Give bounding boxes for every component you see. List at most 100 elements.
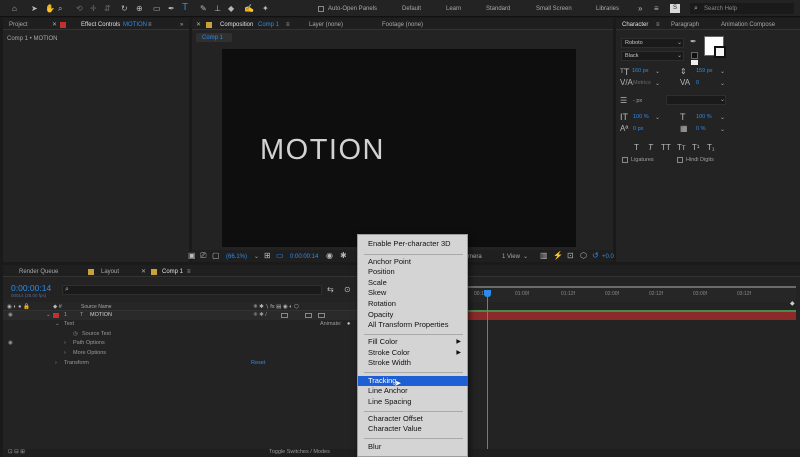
pan-tool-icon[interactable]: ✛ [90,4,97,14]
menu-blur[interactable]: Blur [358,442,468,452]
font-chevron-icon[interactable]: ⌄ [677,39,682,47]
layer-name[interactable]: MOTION [90,311,112,320]
layer-mode-box[interactable] [281,313,288,318]
hindi-digits-checkbox[interactable] [677,157,683,163]
reset-exposure-icon[interactable]: ↺ [592,251,599,261]
tab-layout[interactable]: Layout [101,268,119,276]
timeline-timecode[interactable]: 0:00:00:14 [11,283,51,293]
roto-brush-tool-icon[interactable]: ✍ [244,4,254,14]
work-area-bar[interactable] [468,286,796,288]
pen-tool-icon[interactable]: ✒ [168,4,175,14]
overflow-icon[interactable]: » [638,4,642,14]
baseline-shift-value[interactable]: 0 px [633,126,643,133]
path-options-chevron-icon[interactable]: › [64,339,66,348]
tab-project[interactable]: Project [9,21,28,29]
horizontal-scale-value[interactable]: 100 % [696,114,712,121]
horiz-scale-chevron-icon[interactable]: ⌄ [720,114,725,122]
grid-icon[interactable]: ⊞ [264,251,271,261]
menu-tracking[interactable]: Tracking [358,376,468,386]
subscript-icon[interactable]: T₁ [707,143,715,153]
menu-enable-per-character-3d[interactable]: Enable Per-character 3D [358,239,468,249]
menu-anchor-point[interactable]: Anchor Point [358,257,468,267]
comp-flowchart-icon[interactable]: ⇆ [327,285,334,295]
transform-chevron-icon[interactable]: › [55,359,57,368]
home-icon[interactable]: ⌂ [12,4,17,14]
font-size-chevron-icon[interactable]: ⌄ [655,68,660,76]
zoom-tool-icon[interactable]: ⌕ [58,4,62,14]
tsume-chevron-icon[interactable]: ⌄ [720,126,725,134]
dolly-tool-icon[interactable]: ⇵ [104,4,111,14]
faux-bold-icon[interactable]: T [634,143,639,153]
animate-add-icon[interactable]: ● [347,320,350,329]
faux-italic-icon[interactable]: T [648,143,653,153]
workspace-small-screen[interactable]: Small Screen [536,5,572,13]
timeline-search-input[interactable] [62,285,322,295]
rectangle-tool-icon[interactable]: ▭ [153,4,161,14]
swap-color-white[interactable] [691,60,698,65]
menu-all-transform-properties[interactable]: All Transform Properties [358,320,468,330]
kerning-chevron-icon[interactable]: ⌄ [655,80,660,88]
leading-value[interactable]: 159 px [696,68,713,75]
text-row-chevron-icon[interactable]: ⌄ [55,320,60,329]
menu-skew[interactable]: Skew [358,288,468,298]
menu-position[interactable]: Position [358,267,468,277]
eyedropper-icon[interactable]: ✒ [690,37,697,47]
vert-scale-chevron-icon[interactable]: ⌄ [655,114,660,122]
small-caps-icon[interactable]: Tт [677,143,686,153]
source-name-header[interactable]: Source Name [81,303,112,311]
layer-switches-icon[interactable]: ⁜ ✱ / [253,311,267,320]
kerning-value[interactable]: Metrics [633,80,651,87]
eraser-tool-icon[interactable]: ◆ [228,4,234,14]
layer-duration-bar[interactable] [468,311,796,320]
menu-stroke-width[interactable]: Stroke Width [358,358,468,368]
monitor-icon[interactable]: ⎚ [200,251,206,261]
transform-reset-button[interactable]: Reset [251,359,265,368]
layer-parent-box[interactable] [318,313,325,318]
transparency-grid-icon[interactable]: ⊡ [567,251,574,261]
orbit-tool-icon[interactable]: ⟲ [76,4,83,14]
workspace-menu-icon[interactable]: ≡ [654,4,659,14]
tracking-chevron-icon[interactable]: ⌄ [720,80,725,88]
panel-overflow-icon[interactable]: » [180,21,183,29]
camera-dropdown[interactable]: mera [468,253,482,261]
brush-tool-icon[interactable]: ✎ [200,4,207,14]
font-size-value[interactable]: 160 px [632,68,649,75]
auto-open-checkbox[interactable] [318,6,324,12]
zoom-chevron-icon[interactable]: ⌄ [254,253,259,261]
rotate-tool-icon[interactable]: ↻ [121,4,128,14]
swap-color-black[interactable] [691,52,698,59]
visibility-eye-icon[interactable]: ◉ [8,311,13,320]
tab-render-queue[interactable]: Render Queue [19,268,58,276]
leading-chevron-icon[interactable]: ⌄ [720,68,725,76]
playhead-line[interactable] [487,290,488,457]
vertical-scale-value[interactable]: 100 % [633,114,649,121]
font-style-dropdown[interactable]: Black [621,51,684,61]
style-chevron-icon[interactable]: ⌄ [677,52,682,60]
menu-opacity[interactable]: Opacity [358,310,468,320]
always-preview-icon[interactable]: ▣ [188,251,196,261]
tab-comp-1[interactable]: Comp 1 [162,268,183,276]
workspace-libraries[interactable]: Libraries [596,5,619,13]
view-layout-dropdown[interactable]: 1 View [502,253,520,261]
tracking-value[interactable]: 0 [696,80,699,87]
superscript-icon[interactable]: T¹ [692,143,700,153]
workspace-learn[interactable]: Learn [446,5,461,13]
more-options-chevron-icon[interactable]: › [64,349,66,358]
exposure-value[interactable]: +0.0 [602,253,614,261]
layer-3d-box[interactable] [305,313,312,318]
close-icon[interactable]: ✕ [52,21,57,29]
canvas-text[interactable]: MOTION [260,134,385,166]
toggle-switches-modes[interactable]: Toggle Switches / Modes [269,448,330,457]
tab-character[interactable]: Character [622,21,648,29]
tab-layer[interactable]: Layer (none) [309,21,343,29]
playhead-handle[interactable] [484,290,491,297]
tsume-value[interactable]: 0 % [696,126,705,133]
view-chevron-icon[interactable]: ⌄ [523,253,528,261]
viewer-menu-icon[interactable]: ≡ [286,21,290,29]
stroke-type-dropdown[interactable] [666,95,726,105]
fast-preview-icon[interactable]: ⚡ [553,251,563,261]
menu-line-anchor[interactable]: Line Anchor [358,386,468,396]
menu-rotation[interactable]: Rotation [358,299,468,309]
motion-blur-icon[interactable]: ⊙ [344,285,351,295]
snapshot-icon[interactable]: ◉ [326,251,333,261]
